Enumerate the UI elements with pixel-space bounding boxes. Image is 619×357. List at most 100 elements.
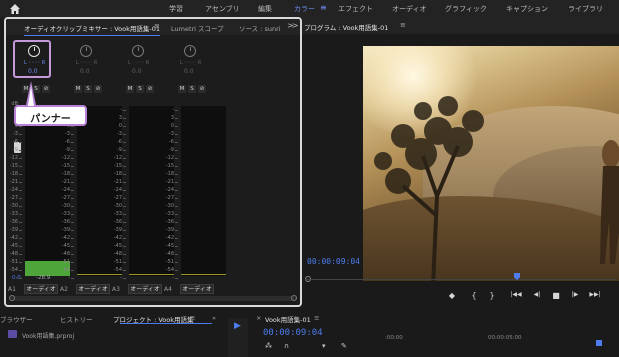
db-tick bbox=[19, 246, 22, 247]
sequence-close-icon[interactable]: × bbox=[256, 314, 261, 322]
db-tick bbox=[71, 238, 74, 239]
channel-name: A1 bbox=[8, 286, 16, 293]
workspace-tab-graphics[interactable]: グラフィック bbox=[445, 4, 487, 14]
pan-knob[interactable] bbox=[132, 45, 144, 57]
db-tick bbox=[123, 214, 126, 215]
workspace-tab-effects[interactable]: エフェクト bbox=[338, 4, 373, 14]
timeline-playhead-icon[interactable] bbox=[596, 340, 602, 346]
db-tick bbox=[19, 254, 22, 255]
channel-peak-value: -28.9 bbox=[36, 275, 51, 281]
db-scale-label: -51 bbox=[165, 259, 174, 265]
pan-knob[interactable] bbox=[184, 45, 196, 57]
snap-icon[interactable]: ⁂ bbox=[265, 342, 272, 350]
workspace-tab-learn[interactable]: 学習 bbox=[169, 4, 183, 14]
workspace-tab-assembly[interactable]: アセンブリ bbox=[205, 4, 240, 14]
step-forward-icon[interactable]: |▶ bbox=[569, 291, 581, 298]
scrollbar-right-handle[interactable] bbox=[291, 295, 297, 301]
pan-value[interactable]: 0.0 bbox=[80, 68, 90, 75]
pan-knob[interactable] bbox=[80, 45, 92, 57]
db-scale-label: -33 bbox=[113, 211, 122, 217]
channel-audio-button[interactable]: オーディオ bbox=[76, 284, 110, 294]
channel-audio-button[interactable]: オーディオ bbox=[128, 284, 162, 294]
scrollbar-left-handle[interactable] bbox=[9, 295, 15, 301]
scrollbar-thumb[interactable] bbox=[10, 296, 296, 301]
mute-button[interactable]: M bbox=[74, 85, 82, 93]
program-ruler[interactable] bbox=[302, 273, 619, 283]
record-enable-button[interactable]: ⊘ bbox=[198, 85, 206, 93]
solo-button[interactable]: S bbox=[136, 85, 144, 93]
workspace-tab-editing[interactable]: 編集 bbox=[258, 4, 272, 14]
record-enable-button[interactable]: ⊘ bbox=[94, 85, 102, 93]
home-icon[interactable] bbox=[9, 3, 21, 15]
db-tick bbox=[123, 134, 126, 135]
db-scale-label: -27 bbox=[9, 195, 18, 201]
pan-value[interactable]: 0.0 bbox=[132, 68, 142, 75]
db-tick bbox=[71, 182, 74, 183]
tab-program[interactable]: プログラム : Vook用語集-01 bbox=[304, 22, 388, 34]
add-marker-timeline-icon[interactable]: ▾ bbox=[322, 342, 326, 350]
db-tick bbox=[19, 166, 22, 167]
program-timecode[interactable]: 00:00:09:04 bbox=[307, 257, 360, 266]
add-marker-icon[interactable]: ◆ bbox=[446, 291, 458, 300]
db-scale-label: -51 bbox=[9, 259, 18, 265]
panel-overflow-icon[interactable]: >> bbox=[287, 21, 298, 30]
project-menu-icon[interactable]: ≡ bbox=[190, 314, 195, 322]
tab-history[interactable]: ヒストリー bbox=[60, 314, 93, 324]
db-scale-label: -12 bbox=[113, 155, 122, 161]
mark-out-icon[interactable]: } bbox=[486, 291, 498, 300]
linked-selection-icon[interactable]: ∩ bbox=[284, 342, 289, 350]
tab-sequence[interactable]: Vook用語集-01 bbox=[265, 314, 311, 324]
program-menu-icon[interactable]: ≡ bbox=[400, 21, 406, 29]
solo-button[interactable]: S bbox=[84, 85, 92, 93]
solo-button[interactable]: S bbox=[188, 85, 196, 93]
stop-icon[interactable]: ■ bbox=[550, 291, 562, 300]
callout-text: パンナー bbox=[30, 114, 71, 125]
meter-track bbox=[181, 106, 226, 276]
db-tick bbox=[123, 278, 126, 279]
db-scale-label: -39 bbox=[165, 227, 174, 233]
mute-button[interactable]: M bbox=[126, 85, 134, 93]
sequence-menu-icon[interactable]: ≡ bbox=[314, 314, 319, 322]
db-scale-label: 3 bbox=[118, 115, 122, 121]
record-enable-button[interactable]: ⊘ bbox=[146, 85, 154, 93]
db-tick bbox=[123, 190, 126, 191]
channel-audio-button[interactable]: オーディオ bbox=[24, 284, 58, 294]
go-to-in-icon[interactable]: |◀◀ bbox=[510, 291, 522, 298]
wrench-icon[interactable]: ✎ bbox=[341, 342, 347, 350]
mark-in-icon[interactable]: { bbox=[468, 291, 480, 300]
db-scale-label: -18 bbox=[61, 171, 70, 177]
db-scale-label: -48 bbox=[165, 251, 174, 257]
workspace-tab-libraries[interactable]: ライブラリ bbox=[568, 4, 603, 14]
workspace-menu-icon[interactable]: ≡ bbox=[320, 3, 327, 12]
db-scale-label: -9 bbox=[169, 147, 174, 153]
horizontal-scrollbar[interactable] bbox=[9, 295, 297, 301]
tab-audio-clip-mixer[interactable]: オーディオクリップミキサー : Vook用語集-01 bbox=[24, 23, 161, 36]
workspace-tab-audio[interactable]: オーディオ bbox=[392, 4, 427, 14]
mute-button[interactable]: M bbox=[178, 85, 186, 93]
db-scale-label: -27 bbox=[61, 195, 70, 201]
pan-value[interactable]: 0.0 bbox=[184, 68, 194, 75]
channel-audio-button[interactable]: オーディオ bbox=[180, 284, 214, 294]
callout-pointer-fill bbox=[28, 86, 34, 106]
panel-menu-icon[interactable]: ≡ bbox=[154, 22, 160, 30]
workspace-tab-captions[interactable]: キャプション bbox=[506, 4, 548, 14]
project-file-name[interactable]: Vook用語集.prproj bbox=[22, 331, 74, 340]
record-enable-button[interactable]: ⊘ bbox=[42, 85, 50, 93]
tab-media-browser[interactable]: ブラウザー bbox=[0, 314, 33, 324]
db-tick bbox=[175, 150, 178, 151]
pan-lr-label: L ◦◦◦◦ R bbox=[180, 60, 202, 66]
db-tick bbox=[123, 238, 126, 239]
db-tick bbox=[19, 238, 22, 239]
db-scale-label: -42 bbox=[61, 235, 70, 241]
db-scale-label: -24 bbox=[113, 187, 122, 193]
sequence-timecode[interactable]: 00:00:09:04 bbox=[263, 328, 323, 338]
step-back-icon[interactable]: ◀| bbox=[531, 291, 543, 298]
project-overflow-icon[interactable]: » bbox=[212, 314, 216, 322]
go-to-out-icon[interactable]: ▶▶| bbox=[589, 291, 601, 298]
selection-tool-icon[interactable]: ▶ bbox=[234, 321, 241, 331]
db-tick bbox=[71, 158, 74, 159]
db-scale-label: - bbox=[16, 275, 18, 281]
tab-source[interactable]: ソース : sunri bbox=[239, 23, 281, 33]
tab-lumetri-scopes[interactable]: Lumetri スコープ bbox=[171, 23, 224, 33]
workspace-tab-color[interactable]: カラー bbox=[294, 4, 315, 14]
